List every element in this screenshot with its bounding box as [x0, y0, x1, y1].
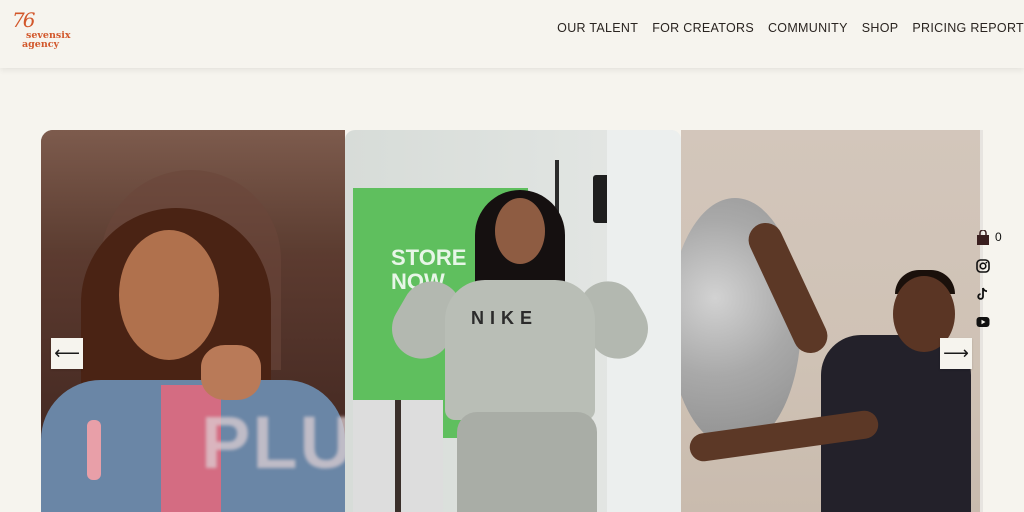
- cart-count: 0: [995, 230, 1002, 244]
- nav-pricing-report[interactable]: PRICING REPORT: [912, 21, 1024, 35]
- logo[interactable]: 76 sevensix agency: [12, 8, 72, 50]
- talent-carousel[interactable]: PLU STORE NOW NIKE: [41, 130, 983, 512]
- nav-community[interactable]: COMMUNITY: [768, 21, 848, 35]
- lip-gloss-tube: [87, 420, 101, 480]
- person-hand: [201, 345, 261, 400]
- youtube-link[interactable]: [976, 310, 1016, 338]
- person-sweatpants: [457, 412, 597, 512]
- logo-text-line2: agency: [22, 39, 60, 50]
- main-nav: OUR TALENT FOR CREATORS COMMUNITY SHOP P…: [557, 21, 1024, 35]
- nav-shop[interactable]: SHOP: [862, 21, 899, 35]
- cart-link[interactable]: 0: [976, 226, 1016, 254]
- carousel-slide-1[interactable]: PLU: [41, 130, 345, 512]
- person-face: [495, 198, 545, 264]
- person-sweatshirt: [445, 280, 595, 420]
- side-icon-bar: 0: [976, 226, 1016, 338]
- tiktok-link[interactable]: [976, 282, 1016, 310]
- logo-number: 76: [12, 8, 35, 32]
- instagram-icon[interactable]: [976, 258, 990, 278]
- bag-icon[interactable]: [976, 228, 990, 251]
- carousel-next-button[interactable]: ⟶: [940, 338, 972, 369]
- carousel-slide-3[interactable]: [681, 130, 980, 512]
- nav-our-talent[interactable]: OUR TALENT: [557, 21, 638, 35]
- instagram-link[interactable]: [976, 254, 1016, 282]
- exercise-ball: [681, 198, 801, 448]
- site-header: 76 sevensix agency OUR TALENT FOR CREATO…: [0, 0, 1024, 68]
- youtube-icon[interactable]: [976, 315, 990, 333]
- person-face: [119, 230, 219, 360]
- blurred-overlay-text: PLU: [201, 401, 345, 484]
- bed-rail: [395, 400, 401, 512]
- carousel-slide-2[interactable]: STORE NOW NIKE: [345, 130, 681, 512]
- nav-for-creators[interactable]: FOR CREATORS: [652, 21, 754, 35]
- carousel-prev-button[interactable]: ⟵: [51, 338, 83, 369]
- sweatshirt-logo-text: NIKE: [471, 308, 539, 328]
- tiktok-icon[interactable]: [976, 287, 990, 306]
- store-sign-line1: STORE: [391, 245, 467, 270]
